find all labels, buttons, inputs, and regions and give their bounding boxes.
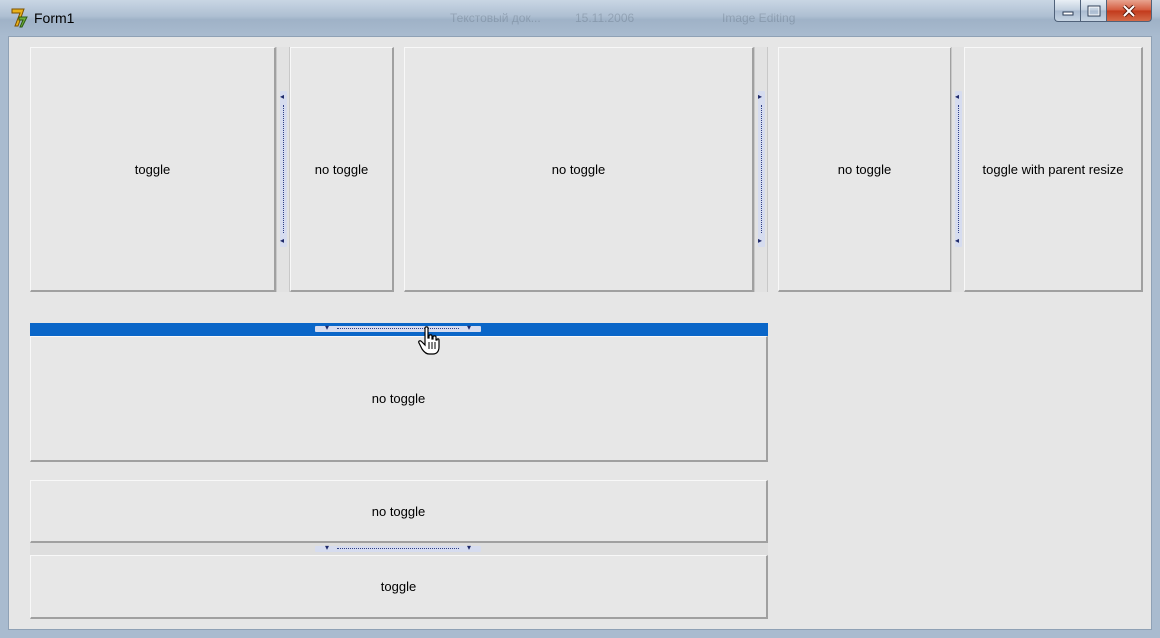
panel-top-right-b: toggle with parent resize bbox=[964, 47, 1143, 292]
maximize-icon bbox=[1087, 5, 1100, 16]
lazarus-icon bbox=[11, 8, 28, 28]
hand-pointer-cursor bbox=[418, 326, 440, 355]
panel-top-left-a: toggle bbox=[30, 47, 276, 292]
background-text-2: 15.11.2006 bbox=[575, 11, 635, 25]
background-text-1: Текстовый док... bbox=[450, 11, 541, 25]
splitter-top-left[interactable]: ◂ ◂ bbox=[276, 47, 290, 292]
close-icon bbox=[1122, 4, 1136, 17]
splitter-top-middle[interactable]: ▸ ▸ bbox=[754, 47, 768, 292]
panel-bottom-upper: no toggle bbox=[30, 480, 768, 543]
window-frame-left bbox=[0, 36, 8, 638]
maximize-button[interactable] bbox=[1080, 0, 1106, 22]
background-text-3: Image Editing bbox=[722, 11, 796, 25]
panel-top-right-a: no toggle bbox=[778, 47, 952, 292]
title-bar[interactable]: Form1 Текстовый док... 15.11.2006 Image … bbox=[0, 0, 1160, 37]
minimize-button[interactable] bbox=[1054, 0, 1080, 22]
caption-buttons bbox=[1054, 0, 1152, 22]
window-frame-right bbox=[1152, 36, 1160, 638]
splitter-grip[interactable]: ▾ ▾ bbox=[315, 324, 481, 332]
window-title: Form1 bbox=[34, 10, 75, 26]
splitter-grip[interactable]: ▸ ▸ bbox=[758, 91, 765, 247]
application-window: Form1 Текстовый док... 15.11.2006 Image … bbox=[0, 0, 1160, 638]
splitter-middle-selected[interactable]: ▾ ▾ bbox=[30, 323, 768, 336]
form-client-area: toggle ◂ ◂ no toggle no toggle ▸ ▸ no togg… bbox=[8, 36, 1152, 630]
window-frame-bottom bbox=[0, 630, 1160, 638]
panel-bottom-lower: toggle bbox=[30, 555, 768, 619]
splitter-grip[interactable]: ▾ ▾ bbox=[315, 544, 481, 552]
panel-top-middle: no toggle bbox=[404, 47, 754, 292]
close-button[interactable] bbox=[1106, 0, 1152, 22]
panel-top-left-b: no toggle bbox=[290, 47, 394, 292]
splitter-grip[interactable]: ◂ ◂ bbox=[955, 91, 962, 247]
splitter-bottom[interactable]: ▾ ▾ bbox=[30, 543, 768, 555]
splitter-grip[interactable]: ◂ ◂ bbox=[280, 91, 287, 247]
splitter-top-right[interactable]: ◂ ◂ bbox=[951, 47, 965, 292]
panel-middle: no toggle bbox=[30, 336, 768, 462]
minimize-icon bbox=[1062, 11, 1073, 15]
